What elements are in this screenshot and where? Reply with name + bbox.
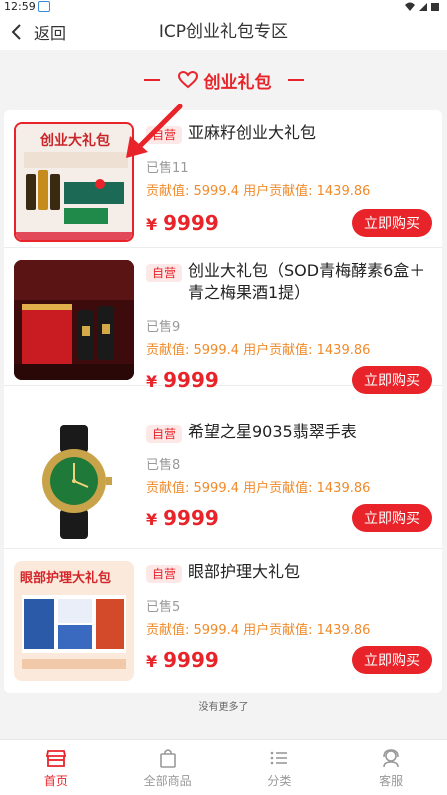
contribution-values: 贡献值: 5999.4 用户贡献值: 1439.86 bbox=[146, 623, 371, 638]
currency-symbol: ¥ bbox=[146, 510, 158, 529]
bottom-tab-bar: 首页 全部商品 分类 客服 bbox=[0, 739, 447, 795]
self-operated-badge: 自营 bbox=[146, 126, 183, 144]
page-title: ICP创业礼包专区 bbox=[158, 22, 289, 42]
product-image-eye-care[interactable]: 眼部护理大礼包 bbox=[14, 561, 134, 681]
buy-now-button[interactable]: 立即购买 bbox=[352, 366, 432, 394]
tab-label: 分类 bbox=[267, 773, 292, 788]
tab-customer-service[interactable]: 客服 bbox=[335, 740, 447, 795]
buy-now-button[interactable]: 立即购买 bbox=[352, 646, 432, 674]
product-image-linseed-gift[interactable]: 创业大礼包 bbox=[14, 122, 134, 242]
contribution-values: 贡献值: 5999.4 用户贡献值: 1439.86 bbox=[146, 481, 371, 496]
tab-label: 首页 bbox=[43, 773, 68, 788]
self-operated-badge: 自营 bbox=[146, 425, 183, 443]
status-bar: 12:59 bbox=[0, 0, 447, 14]
product-list: 创业大礼包 自营 亚麻籽创业大礼包 已售11 贡献值: 5999.4 用户贡献值… bbox=[4, 110, 442, 693]
divider-dash-left bbox=[143, 79, 160, 81]
buy-now-button[interactable]: 立即购买 bbox=[352, 504, 432, 532]
notification-icon bbox=[38, 1, 50, 12]
product-card[interactable]: 眼部护理大礼包 自营 眼部护理大礼包 已售5 贡献值: 5999.4 用户贡献值… bbox=[4, 549, 442, 693]
currency-symbol: ¥ bbox=[146, 652, 158, 671]
no-more-label: 没有更多了 bbox=[198, 702, 249, 713]
tab-categories[interactable]: 分类 bbox=[224, 740, 336, 795]
product-image-sod-gift[interactable] bbox=[14, 260, 134, 380]
product-name[interactable]: 希望之星9035翡翠手表 bbox=[188, 421, 434, 443]
list-icon bbox=[271, 751, 288, 764]
contribution-values: 贡献值: 5999.4 用户贡献值: 1439.86 bbox=[146, 184, 371, 199]
headset-icon bbox=[383, 748, 399, 767]
image-title: 创业大礼包 bbox=[40, 133, 110, 149]
self-operated-badge: 自营 bbox=[146, 565, 183, 583]
sold-count: 已售11 bbox=[146, 161, 189, 176]
product-card[interactable]: 创业大礼包 自营 亚麻籽创业大礼包 已售11 贡献值: 5999.4 用户贡献值… bbox=[4, 110, 442, 248]
shopping-bag-icon bbox=[159, 748, 176, 768]
image-title: 眼部护理大礼包 bbox=[20, 571, 112, 586]
top-nav-bar: 返回 ICP创业礼包专区 bbox=[0, 14, 447, 50]
price-value: 9999 bbox=[163, 368, 219, 392]
tab-home[interactable]: 首页 bbox=[0, 740, 112, 795]
product-name[interactable]: 亚麻籽创业大礼包 bbox=[188, 122, 434, 144]
currency-symbol: ¥ bbox=[146, 215, 158, 234]
self-operated-badge: 自营 bbox=[146, 264, 183, 282]
store-icon bbox=[45, 749, 66, 767]
price-value: 9999 bbox=[163, 648, 219, 672]
tab-label: 客服 bbox=[379, 773, 404, 788]
section-title: 创业礼包 bbox=[203, 72, 272, 93]
price: ¥9999 bbox=[146, 506, 219, 530]
buy-now-button[interactable]: 立即购买 bbox=[352, 209, 432, 237]
tab-all-products[interactable]: 全部商品 bbox=[112, 740, 224, 795]
price: ¥9999 bbox=[146, 368, 219, 392]
currency-symbol: ¥ bbox=[146, 372, 158, 391]
price: ¥9999 bbox=[146, 648, 219, 672]
product-card[interactable]: 自营 希望之星9035翡翠手表 已售8 贡献值: 5999.4 用户贡献值: 1… bbox=[4, 409, 442, 549]
product-card[interactable]: 自营 创业大礼包（SOD青梅酵素6盒＋青之梅果酒1提） 已售9 贡献值: 599… bbox=[4, 248, 442, 394]
product-name[interactable]: 眼部护理大礼包 bbox=[188, 561, 434, 583]
contribution-values: 贡献值: 5999.4 用户贡献值: 1439.86 bbox=[146, 343, 371, 358]
price: ¥9999 bbox=[146, 211, 219, 235]
tab-label: 全部商品 bbox=[143, 773, 192, 788]
price-value: 9999 bbox=[163, 211, 219, 235]
product-name[interactable]: 创业大礼包（SOD青梅酵素6盒＋青之梅果酒1提） bbox=[188, 260, 434, 304]
heart-icon bbox=[177, 71, 198, 89]
sold-count: 已售5 bbox=[146, 600, 181, 615]
sold-count: 已售8 bbox=[146, 458, 181, 473]
section-header: 创业礼包 bbox=[0, 66, 447, 94]
divider-dash-right bbox=[287, 79, 304, 81]
wifi-signal-battery-icon bbox=[405, 2, 439, 11]
status-time: 12:59 bbox=[4, 0, 36, 13]
sold-count: 已售9 bbox=[146, 320, 181, 335]
gift-box-image bbox=[14, 260, 134, 380]
price-value: 9999 bbox=[163, 506, 219, 530]
watch-image bbox=[42, 425, 112, 539]
product-image-watch[interactable] bbox=[14, 421, 134, 541]
